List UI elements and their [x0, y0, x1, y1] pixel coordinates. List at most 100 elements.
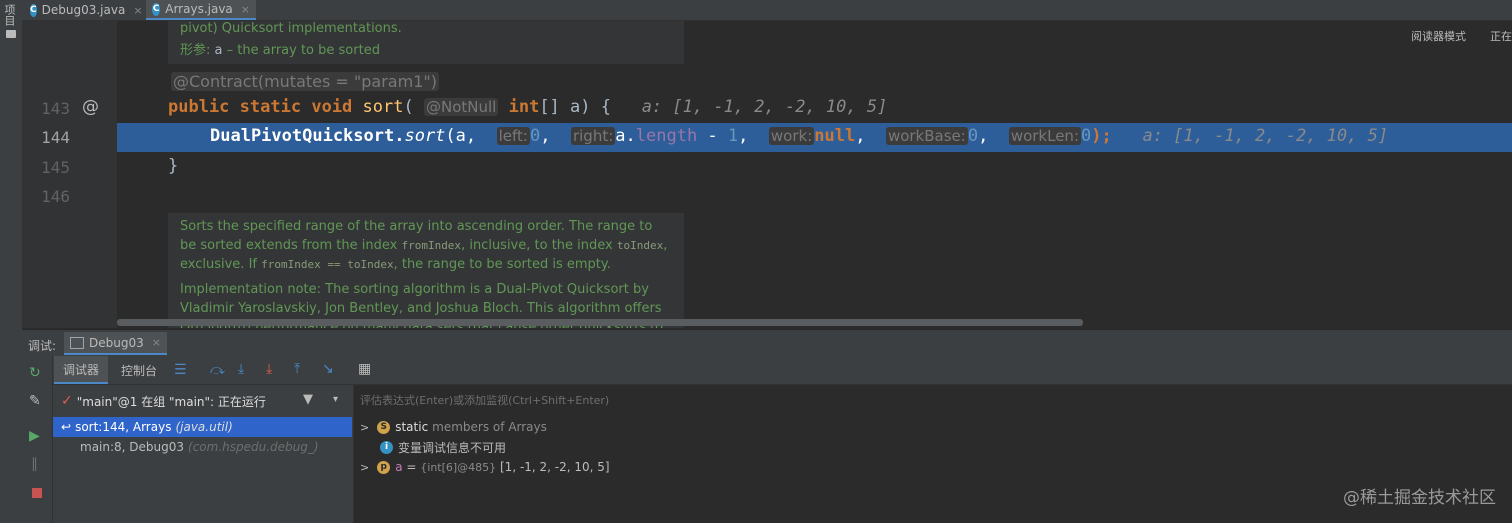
param-label: 形参: [180, 43, 211, 58]
number: 0 [1081, 126, 1092, 146]
variable-row[interactable]: > S static members of Arrays [354, 417, 1512, 437]
horizontal-scrollbar[interactable] [117, 319, 1083, 326]
force-step-into-icon[interactable]: ⤓ [266, 361, 272, 377]
watermark: @稀土掘金技术社区 [1343, 488, 1496, 508]
expand-arrow-icon[interactable]: > [360, 421, 369, 434]
code-line-143: public static void sort( @NotNull int[] … [168, 97, 887, 117]
frame-row[interactable]: main:8, Debug03 (com.hspedu.debug_) [53, 437, 352, 457]
param-hint-left: left: [496, 127, 530, 145]
rerun-icon[interactable]: ↻ [29, 365, 41, 381]
frames-panel: ✓ "main"@1 在组 "main": 正在运行 ▼ ▾ ↩ sort:14… [53, 385, 354, 523]
pause-icon[interactable]: ∥ [31, 456, 38, 472]
step-into-icon[interactable]: ⤓ [238, 361, 244, 377]
param-hint-right: right: [570, 127, 616, 145]
param-hint-worklen: workLen: [1008, 127, 1081, 145]
variable-row: i 变量调试信息不可用 [354, 437, 1512, 457]
step-over-icon[interactable]: ⤼ [210, 362, 225, 378]
comma: , [855, 126, 866, 146]
inline-debug-value: a: [1, -1, 2, -2, 10, 5] [641, 97, 888, 117]
settings-wrench-icon[interactable]: ✎ [29, 393, 41, 409]
run-to-cursor-icon[interactable]: ↘ [322, 361, 334, 377]
reader-mode-button[interactable]: 阅读器模式 [1411, 28, 1466, 44]
line-number: 146 [41, 187, 70, 206]
var-name: a [395, 460, 403, 474]
frame-method: main:8, Debug03 [80, 440, 185, 454]
session-label: Debug03 [89, 335, 144, 350]
var-desc: 变量调试信息不可用 [398, 440, 507, 455]
tab-label: 控制台 [120, 363, 157, 378]
tab-debugger[interactable]: 调试器 [54, 356, 108, 384]
doc-text: , inclusive, to the index [461, 238, 613, 253]
tab-debug03[interactable]: C Debug03.java × [24, 0, 144, 20]
keyword: static [239, 97, 302, 117]
javadoc-paragraph: Sorts the specified range of the array i… [180, 217, 672, 274]
java-class-icon: C [152, 2, 161, 16]
var-eq: = [402, 460, 421, 474]
step-out-icon[interactable]: ⤒ [294, 361, 300, 377]
resume-icon[interactable]: ▶ [29, 428, 40, 444]
console-icon [70, 336, 84, 349]
filter-icon[interactable]: ▼ [303, 392, 313, 407]
debug-tool-window-header: 调试: Debug03 × [22, 329, 1512, 358]
return-arrow-icon: ↩ [61, 420, 72, 434]
paren: ( [403, 97, 414, 117]
var-name: static [395, 420, 429, 434]
evaluate-expression-input[interactable]: 评估表达式(Enter)或添加监视(Ctrl+Shift+Enter) [360, 392, 609, 408]
param-hint-workbase: workBase: [885, 127, 968, 145]
code-line-144: DualPivotQuicksort.sort(a, left: 0, right… [210, 126, 1388, 146]
params: [] a) { [539, 97, 611, 117]
evaluate-expression-icon[interactable]: ▦ [358, 361, 371, 377]
frame-method: sort:144, Arrays [75, 420, 172, 434]
variables-panel: 评估表达式(Enter)或添加监视(Ctrl+Shift+Enter) > S … [354, 385, 1512, 523]
debug-actions-strip: ↻ ✎ ▶ ∥ [22, 356, 53, 523]
number: 0 [529, 126, 541, 146]
stop-icon[interactable] [32, 488, 42, 498]
var-desc: members of Arrays [432, 420, 547, 434]
thread-selector[interactable]: ✓ "main"@1 在组 "main": 正在运行 ▼ ▾ [53, 389, 353, 413]
thread-check-icon: ✓ [61, 393, 73, 409]
var-value: [1, -1, 2, -2, 10, 5] [496, 460, 610, 474]
override-marker-icon[interactable]: @ [82, 97, 99, 117]
expand-arrow-icon[interactable]: > [360, 461, 369, 474]
doc-text: , the range to be sorted is empty. [393, 257, 611, 272]
thread-label: "main"@1 在组 "main": 正在运行 [76, 394, 266, 409]
notnull-hint: @NotNull [424, 98, 499, 116]
comma: , [978, 126, 989, 146]
project-tool-button[interactable]: 项目 [3, 4, 19, 38]
debugger-toolbar: 调试器 控制台 ☰ ⤼ ⤓ ⤓ ⤒ ↘ ▦ [22, 356, 1512, 385]
javadoc-render-top: pivot) Quicksort implementations. 形参: a … [168, 21, 684, 64]
param-desc: – the array to be sorted [226, 43, 380, 58]
close-paren: ); [1091, 126, 1112, 146]
var-ref: {int[6]@485} [420, 460, 497, 474]
chevron-down-icon[interactable]: ▾ [333, 394, 338, 405]
frame-row-selected[interactable]: ↩ sort:144, Arrays (java.util) [53, 417, 352, 437]
comma: , [540, 126, 551, 146]
tab-label: Debug03.java [41, 3, 126, 17]
method-call: sort [404, 126, 446, 146]
close-icon[interactable]: × [241, 3, 250, 16]
doc-code: fromIndex == toIndex [261, 258, 394, 271]
tab-label: Arrays.java [165, 2, 233, 16]
keyword: void [311, 97, 353, 117]
line-number: 144 [41, 128, 70, 147]
number: 0 [967, 126, 979, 146]
operator: - [697, 126, 728, 146]
close-icon[interactable]: × [133, 4, 142, 17]
show-execution-point-icon[interactable]: ☰ [174, 362, 187, 378]
project-tool-label: 项目 [3, 4, 16, 26]
variable-row[interactable]: > p a = {int[6]@485} [1, -1, 2, -2, 10, … [354, 457, 1512, 477]
var-ref: a. [615, 126, 636, 146]
tab-console[interactable]: 控制台 [112, 356, 166, 384]
param-hint-work: work: [768, 127, 815, 145]
number: 1 [727, 126, 739, 146]
field-length: length [635, 126, 698, 146]
code-editor[interactable]: 阅读器模式 正在 pivot) Quicksort implementation… [22, 21, 1512, 328]
comma: , [738, 126, 749, 146]
code-line-145: } [168, 156, 179, 176]
debug-session-tab[interactable]: Debug03 × [64, 332, 167, 355]
close-icon[interactable]: × [152, 336, 161, 349]
doc-code: fromIndex [401, 239, 462, 252]
tab-arrays[interactable]: C Arrays.java × [146, 0, 256, 20]
keyword: public [168, 97, 230, 117]
line-number: 143 [41, 99, 70, 118]
